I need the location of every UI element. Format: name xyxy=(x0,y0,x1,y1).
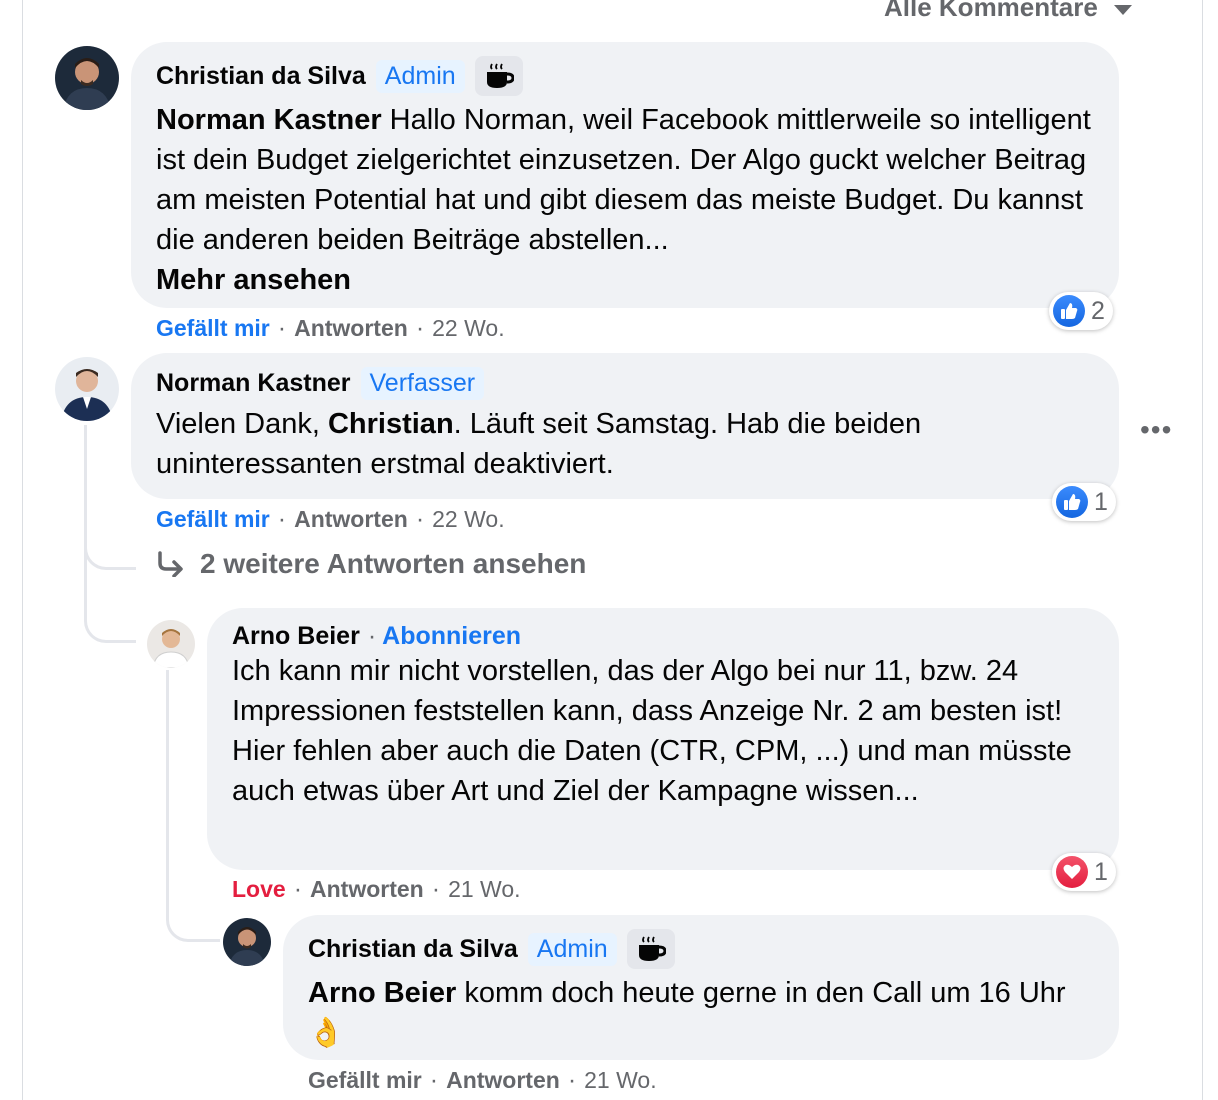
reaction-count[interactable]: 1 xyxy=(1052,853,1116,891)
comment-paragraph: Hier fehlen aber auch die Daten (CTR, CP… xyxy=(232,735,1072,807)
comment-text: Ich kann mir nicht vorstellen, das der A… xyxy=(232,651,1094,811)
avatar[interactable] xyxy=(223,918,271,966)
reaction-number: 1 xyxy=(1094,487,1108,516)
reaction-count[interactable]: 2 xyxy=(1049,292,1113,330)
avatar[interactable] xyxy=(55,357,119,421)
comment-author[interactable]: Arno Beier xyxy=(232,622,360,651)
separator: · xyxy=(277,314,287,342)
comment-timestamp[interactable]: 21 Wo. xyxy=(584,1067,656,1094)
avatar[interactable] xyxy=(147,620,195,668)
feed-border-right xyxy=(1202,0,1203,1100)
more-options-icon[interactable]: ••• xyxy=(1140,414,1172,446)
comment-text: Vielen Dank, Christian. Läuft seit Samst… xyxy=(156,404,1094,484)
like-reaction-icon xyxy=(1056,486,1088,518)
reaction-number: 2 xyxy=(1091,296,1105,325)
avatar-christian-image xyxy=(55,46,119,110)
comment-text: Norman Kastner Hallo Norman, weil Facebo… xyxy=(156,100,1094,300)
like-button[interactable]: Gefällt mir xyxy=(156,506,270,533)
comment-paragraph: Ich kann mir nicht vorstellen, das der A… xyxy=(232,655,1063,727)
avatar-christian-image xyxy=(223,918,271,966)
mention-link[interactable]: Arno Beier xyxy=(308,977,456,1009)
reaction-number: 1 xyxy=(1094,857,1108,886)
thread-line-more xyxy=(84,425,136,570)
comment-actions: Gefällt mir · Antworten · 22 Wo. xyxy=(156,314,505,343)
separator: · xyxy=(293,875,303,903)
reply-button[interactable]: Antworten xyxy=(294,506,408,533)
comment-bubble: Christian da Silva Admin Norman Kastner … xyxy=(131,42,1119,308)
comment-body: komm doch heute gerne in den Call um 16 … xyxy=(456,977,1066,1009)
reply-button[interactable]: Antworten xyxy=(310,876,424,903)
view-more-replies-link[interactable]: 2 weitere Antworten ansehen xyxy=(156,548,586,580)
author-badge: Verfasser xyxy=(360,367,485,400)
comment-actions: Gefällt mir · Antworten · 21 Wo. xyxy=(308,1066,657,1095)
separator: · xyxy=(277,505,287,533)
comment-timestamp[interactable]: 22 Wo. xyxy=(432,315,504,342)
view-more-replies-label: 2 weitere Antworten ansehen xyxy=(200,548,587,579)
comment-timestamp[interactable]: 21 Wo. xyxy=(448,876,520,903)
like-reaction-icon xyxy=(1053,295,1085,327)
comment-text: Arno Beier komm doch heute gerne in den … xyxy=(308,973,1094,1053)
coffee-badge-icon xyxy=(474,56,523,96)
like-button[interactable]: Gefällt mir xyxy=(308,1067,422,1094)
mention-link[interactable]: Norman Kastner xyxy=(156,104,382,136)
follow-button[interactable]: Abonnieren xyxy=(382,622,521,651)
comment-bubble: Arno Beier · Abonnieren Ich kann mir nic… xyxy=(207,608,1119,870)
separator: · xyxy=(431,875,441,903)
avatar-arno-image xyxy=(147,620,195,668)
reply-button[interactable]: Antworten xyxy=(294,315,408,342)
reply-arrow-icon xyxy=(158,551,183,577)
separator: · xyxy=(367,622,377,650)
comment-author[interactable]: Christian da Silva xyxy=(308,935,518,964)
reply-button[interactable]: Antworten xyxy=(446,1067,560,1094)
separator: · xyxy=(567,1066,577,1094)
avatar[interactable] xyxy=(55,46,119,110)
like-button[interactable]: Gefällt mir xyxy=(156,315,270,342)
comment-actions: Gefällt mir · Antworten · 22 Wo. xyxy=(156,505,505,534)
comment-bubble: Christian da Silva Admin Arno Beier komm… xyxy=(283,915,1119,1060)
comment-author[interactable]: Christian da Silva xyxy=(156,62,366,91)
comment-author[interactable]: Norman Kastner xyxy=(156,369,351,398)
comment-bubble: Norman Kastner Verfasser Vielen Dank, Ch… xyxy=(131,353,1119,499)
admin-badge: Admin xyxy=(527,932,617,966)
separator: · xyxy=(415,505,425,533)
comment-sort-label: Alle Kommentare xyxy=(884,0,1098,22)
chevron-down-icon xyxy=(1113,4,1132,15)
comment-actions: Love · Antworten · 21 Wo. xyxy=(232,875,521,904)
comment-body: Vielen Dank, xyxy=(156,408,328,440)
coffee-badge-icon xyxy=(626,929,675,969)
comment-timestamp[interactable]: 22 Wo. xyxy=(432,506,504,533)
see-more-link[interactable]: Mehr ansehen xyxy=(156,264,351,296)
comment-sort-dropdown[interactable]: Alle Kommentare xyxy=(884,0,1132,23)
love-button[interactable]: Love xyxy=(232,876,286,903)
feed-border-left xyxy=(22,0,23,1100)
separator: · xyxy=(415,314,425,342)
reaction-count[interactable]: 1 xyxy=(1052,483,1116,521)
avatar-norman-image xyxy=(55,357,119,421)
love-reaction-icon xyxy=(1056,856,1088,888)
separator: · xyxy=(429,1066,439,1094)
ok-hand-emoji-icon: 👌 xyxy=(308,1017,345,1049)
admin-badge: Admin xyxy=(375,59,465,93)
mention-link[interactable]: Christian xyxy=(328,408,454,440)
